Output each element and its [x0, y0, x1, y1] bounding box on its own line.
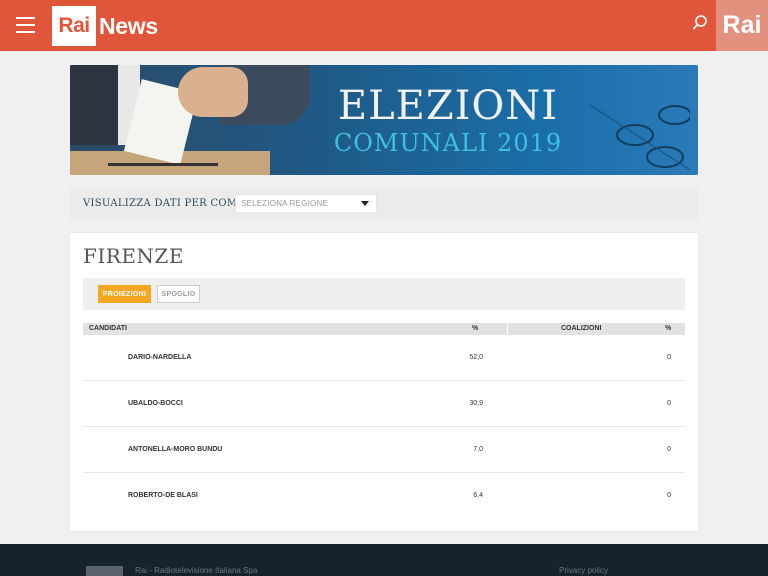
- table-row: ANTONELLA-MORO BUNDU 7,0 0: [83, 427, 685, 473]
- rainews-logo[interactable]: Rai News: [52, 6, 158, 46]
- table-header: CANDIDATI % COALIZIONI %: [83, 323, 685, 335]
- filter-bar: VISUALIZZA DATI PER COMUNE SELEZIONA REG…: [70, 188, 698, 220]
- coalition-pct: 0: [667, 492, 671, 499]
- tab-spoglio[interactable]: SPOGLIO: [157, 285, 200, 303]
- candidate-pct: 7,0: [473, 446, 483, 453]
- tabs-bar: PROIEZIONI SPOGLIO: [83, 278, 685, 310]
- elections-banner: ELEZIONI COMUNALI 2019: [70, 65, 698, 175]
- results-card: FIRENZE PROIEZIONI SPOGLIO CANDIDATI % C…: [70, 233, 698, 531]
- candidate-pct: 52,0: [469, 354, 483, 361]
- coalition-pct: 0: [667, 400, 671, 407]
- candidate-name: UBALDO-BOCCI: [128, 400, 183, 407]
- logo-news: News: [99, 12, 158, 39]
- col-candidates: CANDIDATI: [89, 325, 127, 332]
- footer-company: Rai - Radiotelevisione Italiana Spa: [135, 566, 258, 575]
- ballot-circles-illustration: [590, 104, 690, 171]
- footer-logo: [86, 566, 123, 576]
- top-bar: Rai News Rai: [0, 0, 768, 51]
- col-coalitions: COALIZIONI: [561, 325, 602, 332]
- table-row: DARIO-NARDELLA 52,0 0: [83, 335, 685, 381]
- menu-icon[interactable]: [16, 17, 35, 33]
- dropdown-arrow-icon: [361, 201, 369, 206]
- region-select[interactable]: SELEZIONA REGIONE: [235, 194, 377, 213]
- tab-proiezioni[interactable]: PROIEZIONI: [98, 285, 151, 303]
- privacy-policy-link[interactable]: Privacy policy: [559, 566, 608, 575]
- banner-subtitle: COMUNALI 2019: [333, 129, 563, 157]
- candidate-pct: 6,4: [473, 492, 483, 499]
- col-coalition-pct: %: [665, 325, 672, 332]
- search-icon[interactable]: [692, 14, 708, 32]
- footer: Rai - Radiotelevisione Italiana Spa Priv…: [0, 544, 768, 576]
- rai-brand-logo[interactable]: Rai: [716, 0, 768, 51]
- candidate-pct: 30,9: [469, 400, 483, 407]
- banner-title: ELEZIONI: [337, 83, 559, 129]
- coalition-pct: 0: [667, 446, 671, 453]
- table-row: UBALDO-BOCCI 30,9 0: [83, 381, 685, 427]
- city-title: FIRENZE: [83, 244, 184, 268]
- candidate-name: DARIO-NARDELLA: [128, 354, 192, 361]
- col-pct: %: [472, 325, 479, 332]
- candidate-name: ANTONELLA-MORO BUNDU: [128, 446, 223, 453]
- table-row: ROBERTO-DE BLASI 6,4 0: [83, 473, 685, 519]
- logo-rai: Rai: [52, 6, 96, 46]
- candidate-name: ROBERTO-DE BLASI: [128, 492, 198, 499]
- coalition-pct: 0: [667, 354, 671, 361]
- region-select-value: SELEZIONA REGIONE: [241, 199, 328, 208]
